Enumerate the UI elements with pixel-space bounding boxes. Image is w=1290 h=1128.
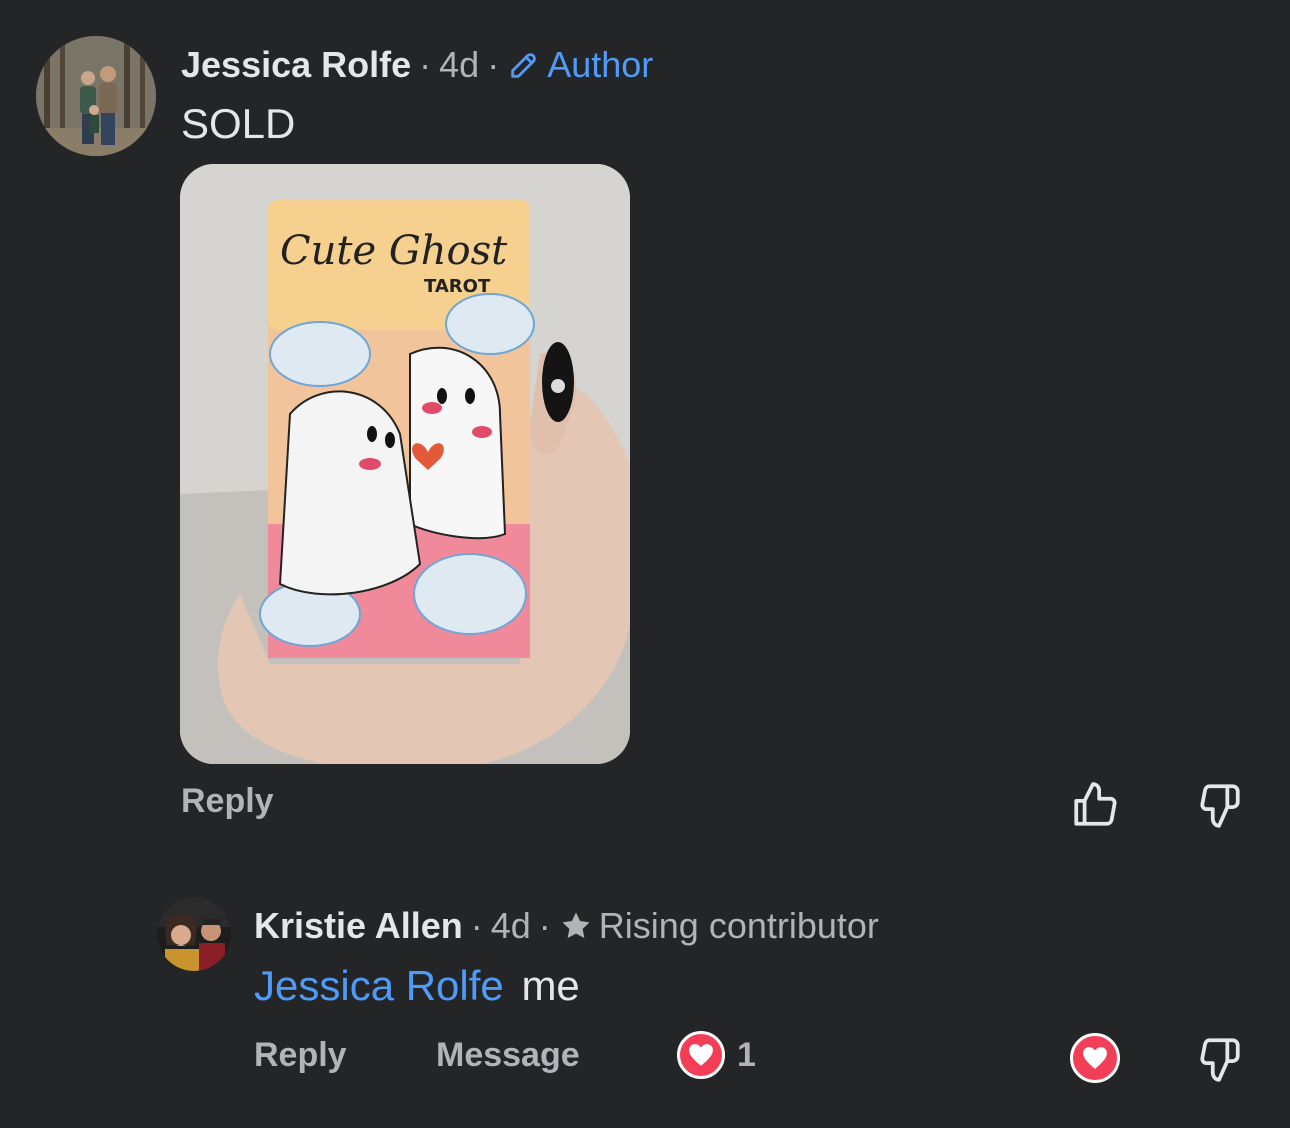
separator: ·	[419, 44, 432, 85]
reaction-count: 1	[737, 1035, 756, 1074]
thumbs-up-icon[interactable]	[1070, 780, 1120, 830]
timestamp[interactable]: 4d	[491, 905, 531, 947]
comment-header: Jessica Rolfe · 4d · Author	[181, 42, 653, 88]
reply-button[interactable]: Reply	[254, 1036, 347, 1075]
message-button[interactable]: Message	[436, 1036, 580, 1075]
comment-text: SOLD	[181, 100, 296, 147]
photo-title: Cute Ghost	[280, 228, 508, 274]
attached-photo[interactable]: Cute Ghost TAROT	[180, 164, 630, 764]
separator: ·	[538, 905, 551, 946]
star-icon	[559, 909, 593, 943]
pencil-icon	[507, 48, 541, 82]
reaction-summary[interactable]: 1	[677, 1031, 756, 1079]
separator: ·	[470, 905, 483, 946]
mention-link[interactable]: Jessica Rolfe	[254, 962, 504, 1009]
avatar-kristie-allen[interactable]	[157, 897, 231, 971]
thumbs-down-icon[interactable]	[1194, 1034, 1244, 1084]
author-name[interactable]: Kristie Allen	[254, 905, 463, 947]
author-badge: Author	[547, 44, 654, 85]
reply-button[interactable]: Reply	[181, 782, 274, 821]
separator: ·	[487, 44, 500, 85]
contributor-badge: Rising contributor	[598, 905, 879, 946]
thumbs-down-icon[interactable]	[1194, 780, 1244, 830]
avatar-jessica-rolfe[interactable]	[36, 36, 156, 156]
timestamp[interactable]: 4d	[439, 44, 479, 86]
reply-body: me	[521, 962, 580, 1009]
reply-header: Kristie Allen · 4d · Rising contributor	[254, 903, 879, 949]
heart-icon[interactable]	[1070, 1033, 1120, 1083]
author-name[interactable]: Jessica Rolfe	[181, 44, 411, 86]
photo-subtitle: TAROT	[424, 276, 491, 297]
reply-text: Jessica Rolfe me	[254, 962, 580, 1010]
heart-icon	[677, 1031, 725, 1079]
